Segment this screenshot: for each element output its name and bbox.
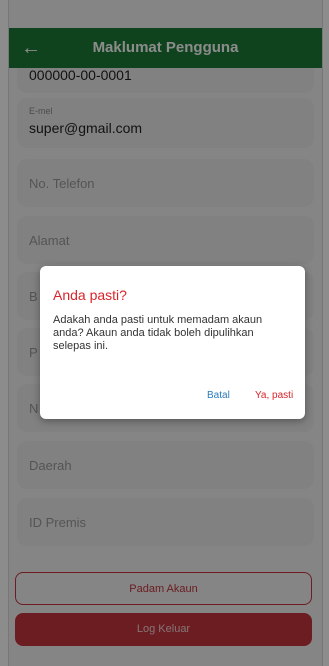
confirm-button[interactable]: Ya, pasti xyxy=(255,390,293,401)
dialog-message: Adakah anda pasti untuk memadam akaun an… xyxy=(53,314,263,352)
confirm-dialog: Anda pasti? Adakah anda pasti untuk mema… xyxy=(40,266,305,419)
dialog-title: Anda pasti? xyxy=(53,287,127,303)
cancel-button[interactable]: Batal xyxy=(207,390,230,401)
